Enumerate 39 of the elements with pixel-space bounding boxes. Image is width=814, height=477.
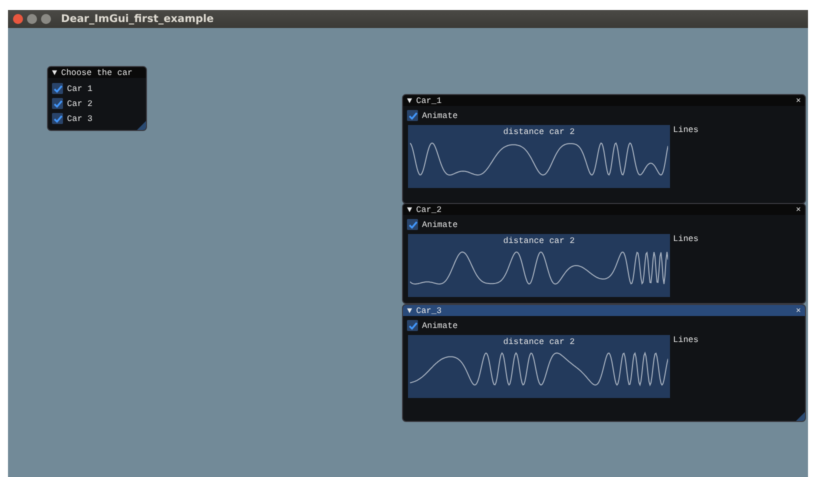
- collapse-arrow[interactable]: ▼: [407, 306, 412, 316]
- checkbox-label[interactable]: Car 2: [67, 98, 93, 108]
- plot-label: Lines: [673, 234, 699, 244]
- window-title: Car_1: [416, 96, 443, 106]
- checkbox-label[interactable]: Animate: [422, 110, 458, 120]
- checkbox-label[interactable]: Animate: [422, 320, 458, 330]
- close-button[interactable]: ×: [796, 306, 801, 316]
- collapse-arrow[interactable]: ▼: [407, 96, 412, 106]
- plot-label: Lines: [673, 125, 699, 135]
- checkbox[interactable]: [52, 83, 63, 94]
- window-title: Car_2: [416, 204, 443, 214]
- window-titlebar[interactable]: ▼ Car_3 ×: [403, 305, 805, 316]
- close-button[interactable]: ×: [796, 204, 801, 214]
- window-titlebar[interactable]: ▼ Car_2 ×: [403, 204, 805, 215]
- collapse-arrow[interactable]: ▼: [407, 204, 412, 214]
- minimize-button[interactable]: [27, 14, 37, 24]
- window-title: Car_3: [416, 306, 443, 316]
- plot-title: distance car 2: [503, 336, 575, 347]
- plot-title: distance car 2: [503, 126, 575, 137]
- resize-grip[interactable]: [796, 412, 805, 421]
- resize-grip[interactable]: [137, 121, 146, 130]
- maximize-button[interactable]: [41, 14, 51, 24]
- checkbox[interactable]: [52, 113, 63, 124]
- close-button[interactable]: ×: [796, 96, 801, 106]
- close-button[interactable]: [13, 14, 23, 24]
- checkbox-label[interactable]: Animate: [422, 220, 458, 230]
- checkbox-label[interactable]: Car 3: [67, 114, 93, 124]
- checkbox[interactable]: [407, 320, 418, 331]
- collapse-arrow[interactable]: ▼: [52, 68, 58, 78]
- window-title: Dear_ImGui_first_example: [61, 13, 214, 25]
- window-titlebar[interactable]: ▼ Choose the car: [48, 67, 146, 78]
- checkbox[interactable]: [407, 110, 418, 121]
- checkbox[interactable]: [52, 98, 63, 109]
- plot-label: Lines: [673, 335, 699, 345]
- checkbox-label[interactable]: Car 1: [67, 84, 93, 94]
- window-titlebar[interactable]: ▼ Car_1 ×: [403, 95, 805, 106]
- checkbox[interactable]: [407, 219, 418, 230]
- panel-title: Choose the car: [61, 68, 134, 78]
- plot-title: distance car 2: [503, 235, 575, 246]
